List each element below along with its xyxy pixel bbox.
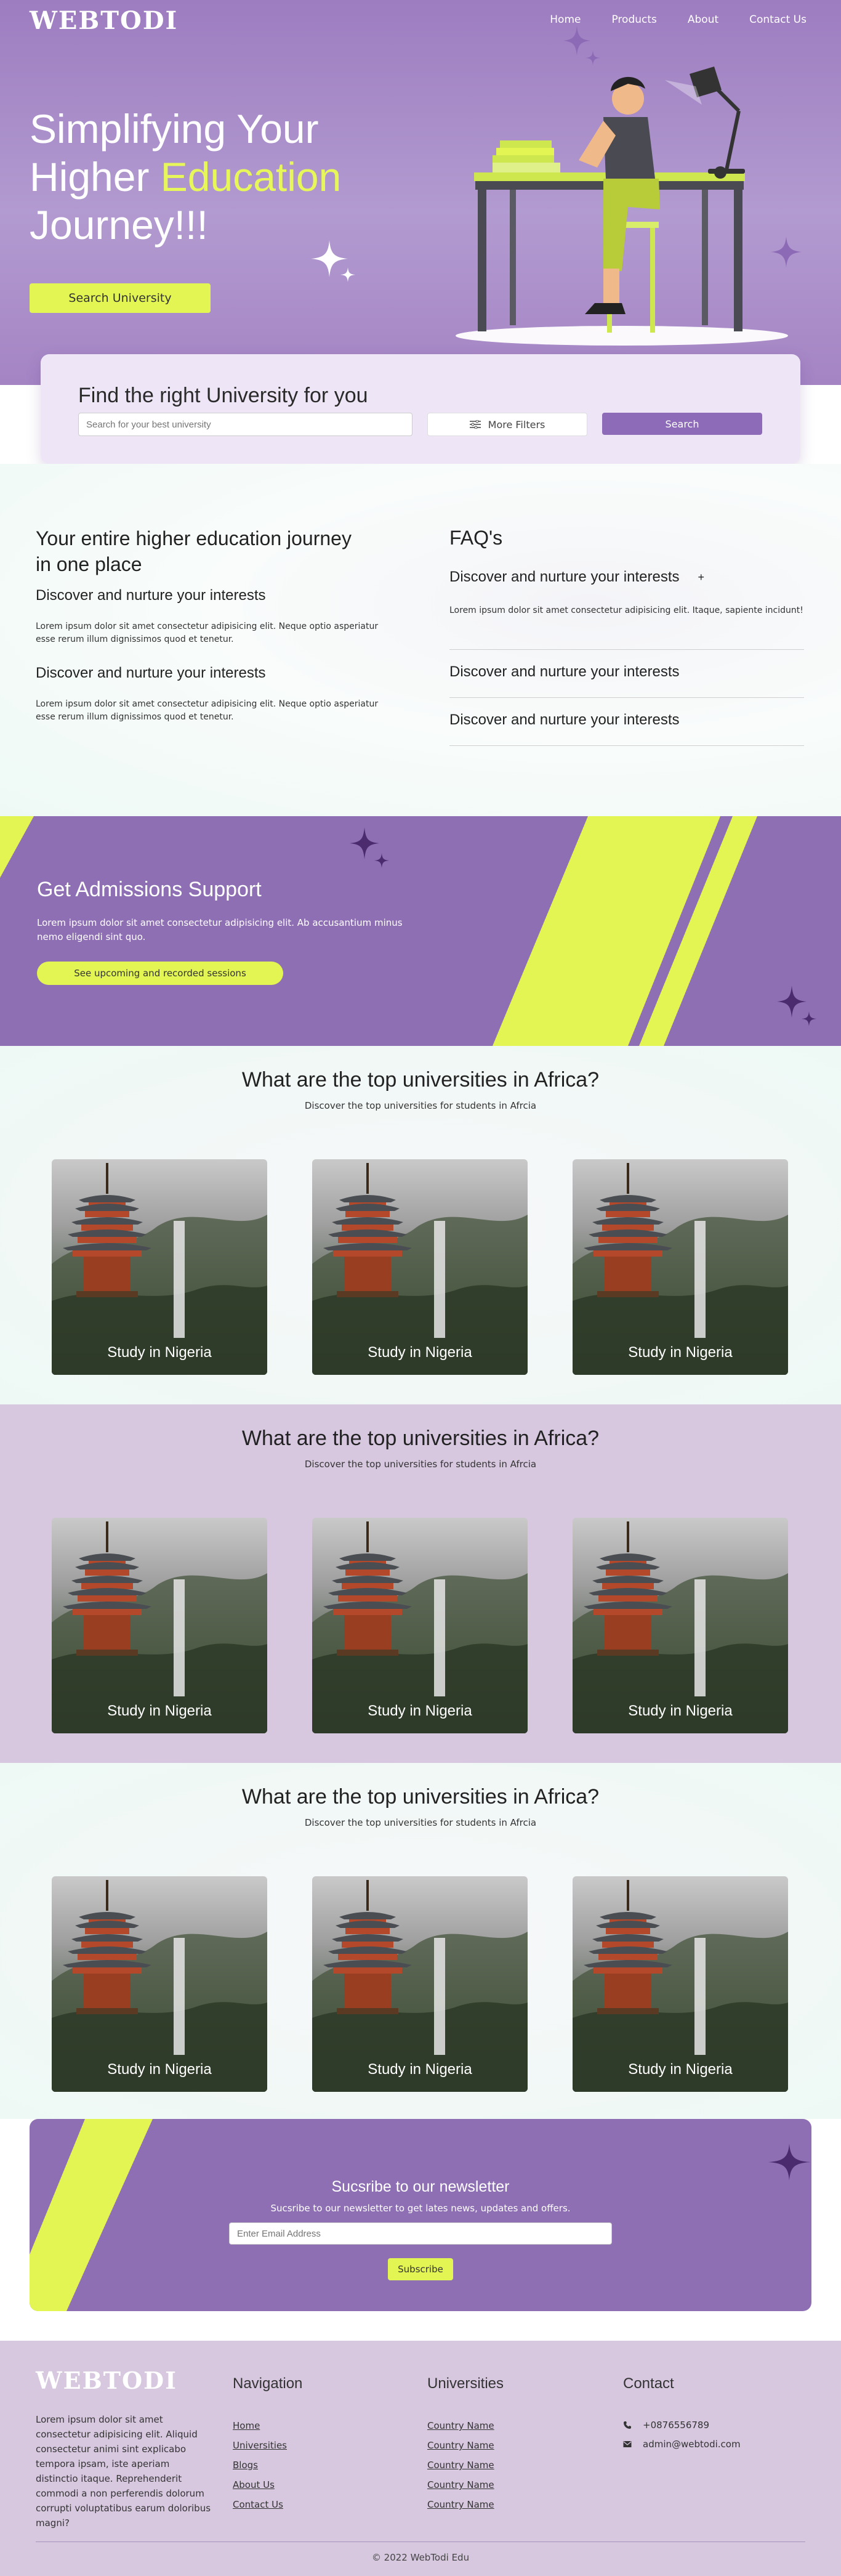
faq-question: Discover and nurture your interests xyxy=(449,569,680,585)
footer-link-universities[interactable]: Universities xyxy=(233,2439,287,2452)
newsletter-subtitle: Sucsribe to our newsletter to get lates … xyxy=(270,2203,571,2214)
email-address[interactable]: admin@webtodi.com xyxy=(643,2439,741,2450)
section-title: What are the top universities in Africa? xyxy=(241,1785,600,1808)
section-title: What are the top universities in Africa? xyxy=(241,1068,600,1092)
student-desk-illustration xyxy=(456,67,788,346)
footer-link-country[interactable]: Country Name xyxy=(427,2479,494,2492)
faq-item[interactable]: Discover and nurture your interests xyxy=(449,711,804,746)
university-card[interactable]: Study in Nigeria xyxy=(312,1159,528,1375)
nav-home[interactable]: Home xyxy=(550,14,581,26)
info-heading: Discover and nurture your interests xyxy=(36,665,266,681)
pagoda-image xyxy=(52,1880,267,2092)
search-title: Find the right University for you xyxy=(78,384,368,407)
info-text: Lorem ipsum dolor sit amet consectetur a… xyxy=(36,699,379,722)
logo[interactable]: WEBTODI xyxy=(30,6,178,35)
sparkle-icon xyxy=(777,986,816,1026)
info-heading: Discover and nurture your interests xyxy=(36,587,266,604)
footer: WEBTODI Lorem ipsum dolor sit amet conse… xyxy=(0,2341,841,2576)
mail-icon xyxy=(623,2441,632,2447)
faq-answer: Lorem ipsum dolor sit amet consectetur a… xyxy=(449,606,803,615)
nav-products[interactable]: Products xyxy=(611,14,656,26)
newsletter-title: Sucsribe to our newsletter xyxy=(331,2178,510,2195)
universities-section: What are the top universities in Africa?… xyxy=(0,1046,841,1404)
university-card[interactable]: Study in Nigeria xyxy=(573,1876,788,2092)
section-title: What are the top universities in Africa? xyxy=(241,1427,600,1450)
faq-question: Discover and nurture your interests xyxy=(449,663,680,680)
pagoda-image xyxy=(312,1163,528,1375)
university-search-input[interactable] xyxy=(78,413,412,436)
university-card[interactable]: Study in Nigeria xyxy=(52,1876,267,2092)
footer-link-country[interactable]: Country Name xyxy=(427,2439,494,2452)
footer-contact-title: Contact xyxy=(623,2375,674,2392)
universities-section: What are the top universities in Africa?… xyxy=(0,1404,841,1763)
university-card[interactable]: Study in Nigeria xyxy=(312,1518,528,1733)
footer-link-contact-us[interactable]: Contact Us xyxy=(233,2498,287,2511)
filter-icon xyxy=(469,420,481,429)
newsletter-section: Sucsribe to our newsletter Sucsribe to o… xyxy=(30,2119,811,2311)
sessions-button[interactable]: See upcoming and recorded sessions xyxy=(37,962,283,985)
search-card: Find the right University for you More F… xyxy=(41,354,800,464)
info-faq-section: Your entire higher education journey in … xyxy=(0,464,841,816)
pagoda-image xyxy=(52,1163,267,1375)
faq-title: FAQ's xyxy=(449,527,503,549)
pagoda-image xyxy=(573,1521,788,1733)
footer-contact: +0876556789 admin@webtodi.com xyxy=(623,2420,741,2450)
section-subtitle: Discover the top universities for studen… xyxy=(304,1100,537,1111)
footer-universities-title: Universities xyxy=(427,2375,504,2392)
footer-universities-links: Country Name Country Name Country Name C… xyxy=(427,2420,494,2511)
decorative-stripe xyxy=(30,2119,153,2311)
footer-navigation-title: Navigation xyxy=(233,2375,303,2392)
copyright: © 2022 WebTodi Edu xyxy=(371,2552,470,2563)
sparkle-icon xyxy=(311,240,355,282)
plus-icon[interactable]: + xyxy=(698,571,705,584)
nav-about[interactable]: About xyxy=(688,14,718,26)
faq-item[interactable]: Discover and nurture your interests xyxy=(449,663,804,698)
pagoda-image xyxy=(573,1880,788,2092)
footer-link-home[interactable]: Home xyxy=(233,2420,287,2432)
footer-link-country[interactable]: Country Name xyxy=(427,2459,494,2472)
faq-item[interactable]: Discover and nurture your interests + Lor… xyxy=(449,569,804,650)
top-nav: Home Products About Contact Us xyxy=(550,14,807,26)
footer-navigation-links: Home Universities Blogs About Us Contact… xyxy=(233,2420,287,2511)
admissions-title: Get Admissions Support xyxy=(37,878,262,901)
footer-logo[interactable]: WEBTODI xyxy=(36,2367,177,2394)
pagoda-image xyxy=(52,1521,267,1733)
hero-section: WEBTODI Home Products About Contact Us S… xyxy=(0,0,841,385)
footer-link-about-us[interactable]: About Us xyxy=(233,2479,287,2492)
university-card[interactable]: Study in Nigeria xyxy=(573,1518,788,1733)
email-input[interactable] xyxy=(229,2222,612,2245)
subscribe-button[interactable]: Subscribe xyxy=(388,2258,453,2280)
admissions-text: Lorem ipsum dolor sit amet consectetur a… xyxy=(37,917,403,942)
search-button[interactable]: Search xyxy=(602,413,762,435)
university-card[interactable]: Study in Nigeria xyxy=(52,1518,267,1733)
info-text: Lorem ipsum dolor sit amet consectetur a… xyxy=(36,622,379,644)
universities-section: What are the top universities in Africa?… xyxy=(0,1763,841,2119)
university-card[interactable]: Study in Nigeria xyxy=(52,1159,267,1375)
search-university-button[interactable]: Search University xyxy=(30,283,211,313)
hero-title: Simplifying Your Higher Education Journe… xyxy=(30,106,342,248)
footer-link-country[interactable]: Country Name xyxy=(427,2420,494,2432)
faq-question: Discover and nurture your interests xyxy=(449,711,680,728)
pagoda-image xyxy=(312,1880,528,2092)
nav-contact-us[interactable]: Contact Us xyxy=(749,14,807,26)
sparkle-icon xyxy=(350,827,389,868)
admissions-section: Get Admissions Support Lorem ipsum dolor… xyxy=(0,816,841,1046)
more-filters-button[interactable]: More Filters xyxy=(427,413,587,436)
section-subtitle: Discover the top universities for studen… xyxy=(304,1817,537,1828)
pagoda-image xyxy=(312,1521,528,1733)
phone-icon xyxy=(624,2421,631,2429)
university-card[interactable]: Study in Nigeria xyxy=(312,1876,528,2092)
footer-link-country[interactable]: Country Name xyxy=(427,2498,494,2511)
university-card[interactable]: Study in Nigeria xyxy=(573,1159,788,1375)
phone-number[interactable]: +0876556789 xyxy=(643,2420,709,2431)
pagoda-image xyxy=(573,1163,788,1375)
section-subtitle: Discover the top universities for studen… xyxy=(304,1459,537,1470)
footer-link-blogs[interactable]: Blogs xyxy=(233,2459,287,2472)
info-title: Your entire higher education journey in … xyxy=(36,527,352,575)
footer-about-text: Lorem ipsum dolor sit amet consectetur a… xyxy=(36,2414,211,2529)
